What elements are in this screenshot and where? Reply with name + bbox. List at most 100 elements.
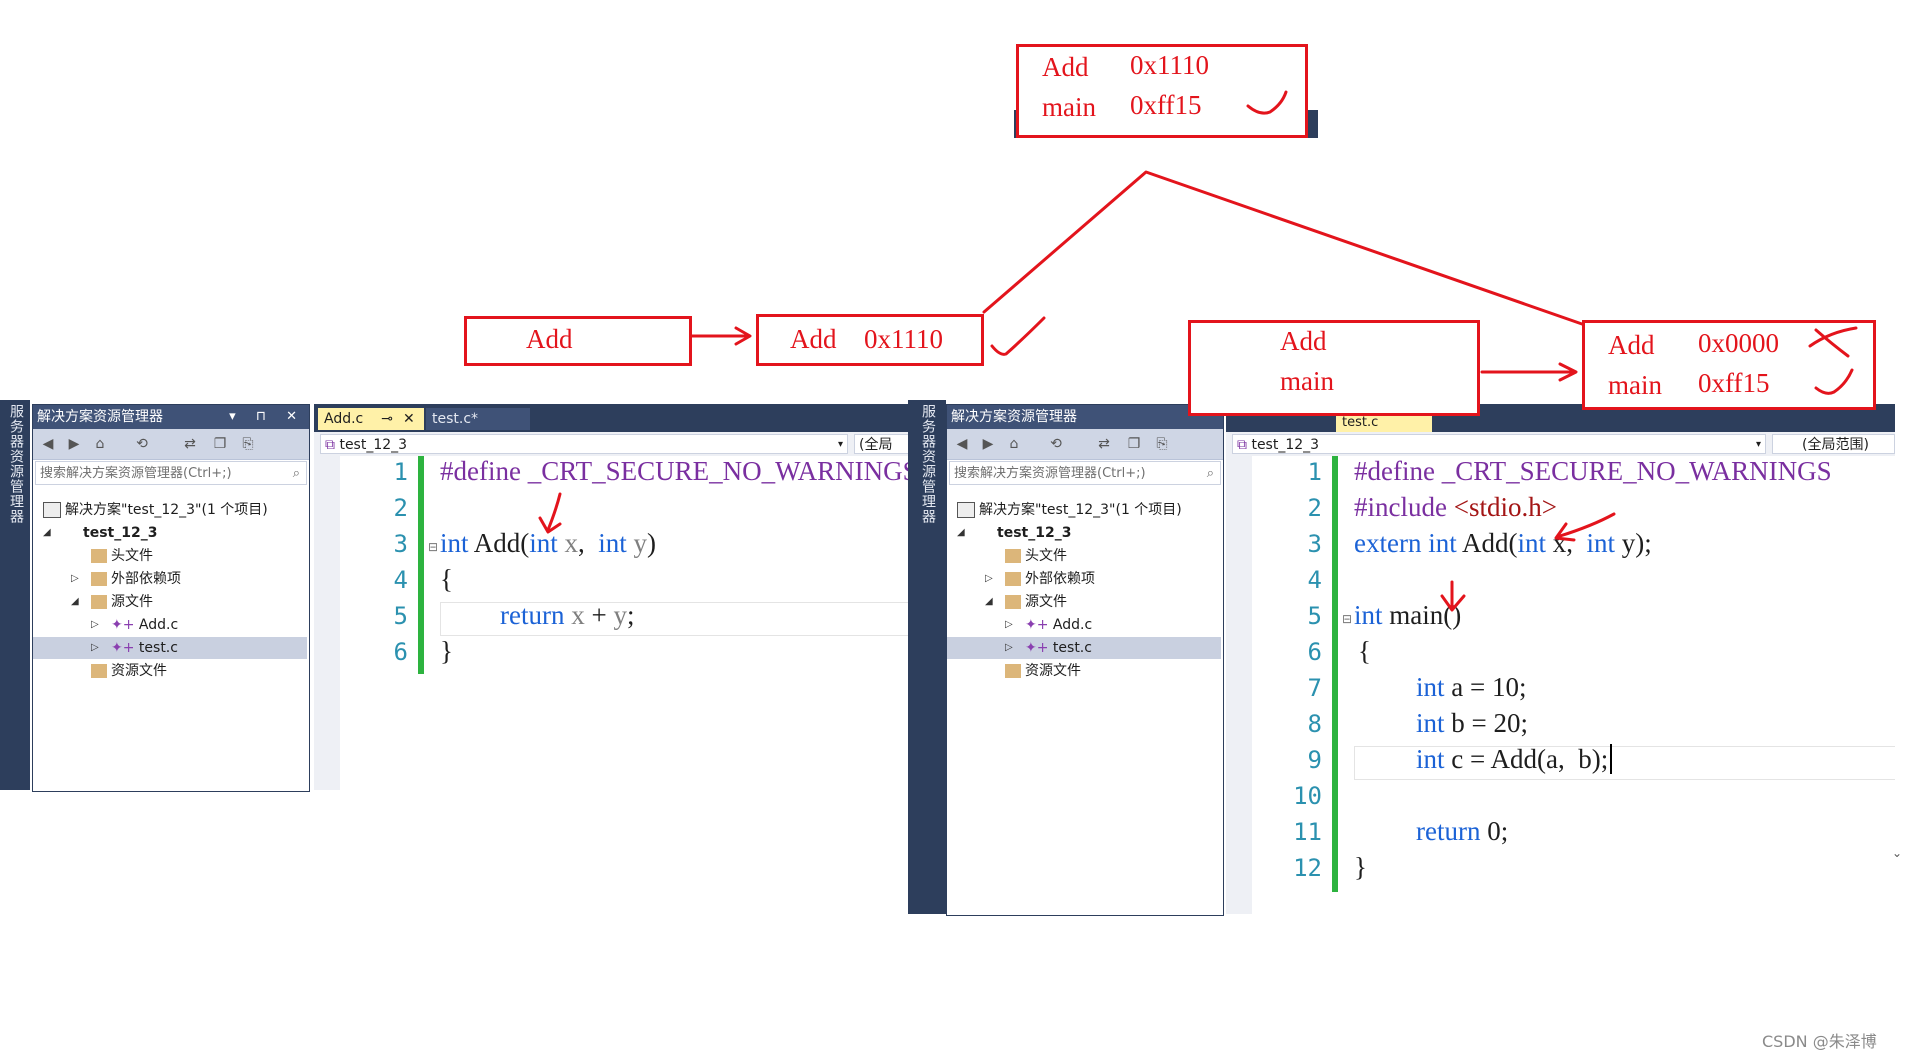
tree-item-test-c[interactable]: ▷ ✦+ test.c: [947, 637, 1221, 659]
right-server-explorer-tab[interactable]: 服务器资源管理器: [908, 400, 946, 914]
tab-test-c[interactable]: test.c: [1336, 414, 1432, 432]
tree-item-external-deps[interactable]: ▷ 外部依赖项: [985, 568, 1095, 590]
left-table-name: Add: [790, 324, 837, 354]
line-number: 4: [393, 566, 408, 594]
code-line-2: #include <stdio.h>: [1354, 492, 1557, 522]
right-table-line2-addr: 0xff15: [1698, 368, 1770, 398]
right-code-editor[interactable]: 1 2 3 4 5 6 7 8 9 10 11 12 ⊟ #define _CR…: [1226, 456, 1895, 914]
tree-item-solution[interactable]: 解决方案"test_12_3"(1 个项目): [957, 499, 1182, 521]
top-box-line1-addr: 0x1110: [1130, 50, 1209, 80]
code-line-3: extern int Add(int x, int y);: [1354, 528, 1652, 558]
solution-explorer-search[interactable]: 搜索解决方案资源管理器(Ctrl+;) ⌕: [949, 461, 1221, 485]
folder-icon: [1005, 549, 1021, 563]
fold-toggle-icon[interactable]: ⊟: [1342, 612, 1352, 626]
tree-item-headers[interactable]: 头文件: [1005, 545, 1067, 567]
change-tracking-bar: [418, 456, 424, 674]
search-icon[interactable]: ⌕: [1207, 462, 1214, 486]
line-number: 6: [1307, 638, 1322, 666]
top-box-line2-name: main: [1042, 92, 1096, 122]
left-table-addr: 0x1110: [864, 324, 943, 354]
tree-item-add-c[interactable]: ▷ ✦+ Add.c: [91, 614, 178, 636]
code-line-6: }: [440, 636, 453, 666]
history-icon[interactable]: ⟲: [1047, 435, 1065, 453]
close-icon[interactable]: ✕: [403, 411, 415, 427]
tree-item-project[interactable]: ◢ test_12_3: [957, 522, 1071, 544]
code-line-4: {: [440, 564, 453, 594]
line-number: 3: [1307, 530, 1322, 558]
tree-item-project[interactable]: ◢ test_12_3: [43, 522, 157, 544]
tree-item-external-deps[interactable]: ▷ 外部依赖项: [71, 568, 181, 590]
panel-controls[interactable]: ▾ ⊓ ✕: [229, 405, 305, 429]
right-table-line1-addr: 0x0000: [1698, 328, 1779, 358]
project-dropdown[interactable]: ⧉ test_12_3 ▾: [1232, 434, 1766, 454]
line-number: 3: [393, 530, 408, 558]
server-explorer-label: 服务器资源管理器: [8, 404, 24, 524]
c-file-icon: ✦+: [1025, 640, 1053, 656]
copy-icon[interactable]: ⎘: [1153, 435, 1171, 453]
folder-icon: [91, 595, 107, 609]
history-icon[interactable]: ⟲: [133, 435, 151, 453]
code-line-6: {: [1358, 636, 1371, 666]
sync-icon[interactable]: ⇄: [1095, 435, 1113, 453]
tree-item-add-c[interactable]: ▷ ✦+ Add.c: [1005, 614, 1092, 636]
tree-item-headers[interactable]: 头文件: [91, 545, 153, 567]
left-solution-explorer: 解决方案资源管理器 ▾ ⊓ ✕ ◀ ▶ ⌂ ⟲ ⇄ ❐ ⎘ 搜索解决方案资源管理…: [32, 404, 310, 792]
project-icon: ⧉: [325, 437, 340, 453]
tree-item-test-c[interactable]: ▷ ✦+ test.c: [33, 637, 307, 659]
arrow-right-icon: [690, 326, 752, 346]
left-server-explorer-tab[interactable]: 服务器资源管理器: [0, 400, 30, 790]
tree-item-resources[interactable]: 资源文件: [91, 660, 167, 682]
tree-item-source-files[interactable]: ◢ 源文件: [71, 591, 153, 613]
solution-explorer-toolbar: ◀ ▶ ⌂ ⟲ ⇄ ❐ ⎘: [33, 429, 309, 460]
collapse-arrow-icon[interactable]: ▷: [71, 568, 79, 590]
collapse-arrow-icon[interactable]: ▷: [1005, 614, 1013, 636]
expand-arrow-icon[interactable]: ◢: [71, 591, 79, 613]
search-icon[interactable]: ⌕: [293, 462, 300, 486]
home-icon[interactable]: ⌂: [1005, 435, 1023, 453]
back-icon[interactable]: ◀: [39, 435, 57, 453]
home-icon[interactable]: ⌂: [91, 435, 109, 453]
fold-toggle-icon[interactable]: ⊟: [428, 540, 438, 554]
line-number: 5: [393, 602, 408, 630]
tree-item-resources[interactable]: 资源文件: [1005, 660, 1081, 682]
line-number: 1: [393, 458, 408, 486]
indicator-margin: [1226, 456, 1252, 914]
chevron-down-icon[interactable]: ▾: [1756, 435, 1761, 455]
folder-icon: [91, 664, 107, 678]
right-symbol-box: [1188, 320, 1480, 416]
c-file-icon: ✦+: [111, 617, 139, 633]
collapse-arrow-icon[interactable]: ▷: [91, 614, 99, 636]
scope-dropdown[interactable]: (全局范围): [1772, 434, 1895, 454]
expand-arrow-icon[interactable]: ◢: [985, 591, 993, 613]
pin-icon[interactable]: ⊸: [381, 411, 393, 427]
collapse-icon[interactable]: ❐: [1125, 435, 1143, 453]
copy-icon[interactable]: ⎘: [239, 435, 257, 453]
collapse-arrow-icon[interactable]: ▷: [985, 568, 993, 590]
forward-icon[interactable]: ▶: [65, 435, 83, 453]
scrollbar-arrow-icon[interactable]: ⌄: [1892, 846, 1902, 860]
tab-test-c[interactable]: test.c*: [426, 408, 530, 430]
indicator-margin: [314, 456, 340, 790]
line-number: 8: [1307, 710, 1322, 738]
scope-dropdown[interactable]: (全局: [854, 434, 914, 454]
collapse-icon[interactable]: ❐: [211, 435, 229, 453]
project-icon: ⧉: [1237, 437, 1252, 453]
tab-add-c[interactable]: Add.c ⊸ ✕: [318, 408, 424, 430]
back-icon[interactable]: ◀: [953, 435, 971, 453]
expand-arrow-icon[interactable]: ◢: [43, 522, 51, 544]
collapse-arrow-icon[interactable]: ▷: [91, 637, 99, 659]
collapse-arrow-icon[interactable]: ▷: [1005, 637, 1013, 659]
code-line-7: int a = 10;: [1416, 672, 1527, 702]
tree-item-solution[interactable]: 解决方案"test_12_3"(1 个项目): [43, 499, 268, 521]
left-editor-tabbar: Add.c ⊸ ✕ test.c*: [314, 404, 908, 432]
forward-icon[interactable]: ▶: [979, 435, 997, 453]
chevron-down-icon[interactable]: ▾: [838, 435, 843, 455]
folder-icon: [1005, 664, 1021, 678]
left-code-editor[interactable]: 1 2 3 4 5 6 ⊟ #define _CRT_SECURE_NO_WAR…: [314, 456, 908, 790]
solution-explorer-search[interactable]: 搜索解决方案资源管理器(Ctrl+;) ⌕: [35, 461, 307, 485]
tree-item-source-files[interactable]: ◢ 源文件: [985, 591, 1067, 613]
expand-arrow-icon[interactable]: ◢: [957, 522, 965, 544]
solution-explorer-toolbar: ◀ ▶ ⌂ ⟲ ⇄ ❐ ⎘: [947, 429, 1223, 460]
project-dropdown[interactable]: ⧉ test_12_3 ▾: [320, 434, 848, 454]
sync-icon[interactable]: ⇄: [181, 435, 199, 453]
